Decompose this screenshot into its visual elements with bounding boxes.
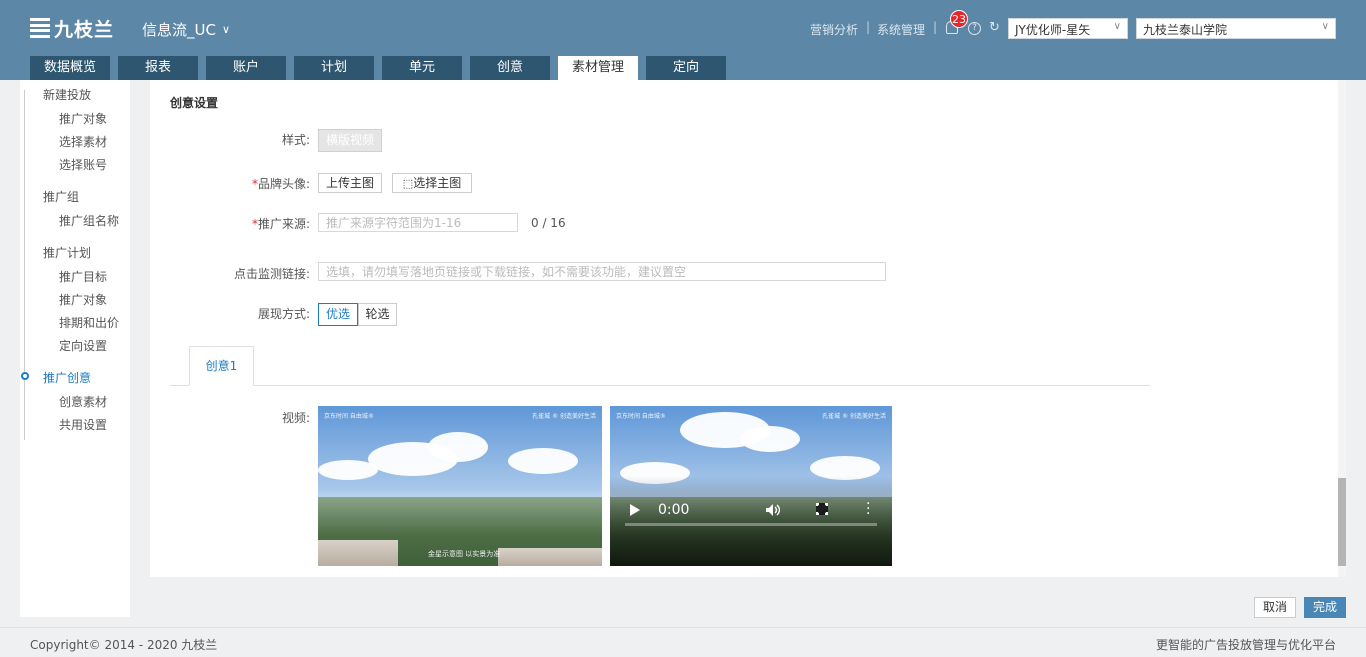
play-icon[interactable]: [630, 504, 640, 516]
chevron-down-icon: ∨: [1113, 21, 1121, 32]
sidebar-group-new-launch[interactable]: 新建投放: [43, 86, 91, 103]
select-image-icon: ⬚: [402, 177, 414, 190]
source-input[interactable]: 推广来源字符范围为1-16: [318, 213, 518, 232]
volume-icon[interactable]: [766, 504, 780, 516]
sidebar-item-shared-settings[interactable]: 共用设置: [59, 416, 107, 433]
tab-plans[interactable]: 计划: [294, 56, 374, 80]
account-select-value: 九枝兰泰山学院: [1143, 23, 1228, 37]
tab-targeting[interactable]: 定向: [646, 56, 726, 80]
upload-main-image-button[interactable]: 上传主图: [318, 173, 382, 193]
video-label: 视频:: [281, 411, 310, 425]
account-select[interactable]: 九枝兰泰山学院 ∨: [1136, 18, 1336, 39]
video-watermark-right: 孔雀城 ® 创造美好生活: [532, 413, 596, 420]
video-watermark-right: 孔雀城 ® 创造美好生活: [822, 413, 886, 420]
section-title: 创意设置: [170, 96, 219, 110]
sidebar: 新建投放 推广对象 选择素材 选择账号 推广组 推广组名称 推广计划 推广目标 …: [20, 80, 130, 617]
product-switcher[interactable]: 信息流_UC ∨: [142, 19, 230, 40]
main-scrollbar[interactable]: [1338, 80, 1346, 577]
chevron-down-icon: ∨: [221, 23, 231, 36]
chevron-down-icon: ∨: [1321, 21, 1329, 32]
refresh-icon[interactable]: ↻: [988, 21, 1001, 35]
logo-icon: [30, 18, 50, 38]
sidebar-item-schedule-bid[interactable]: 排期和出价: [59, 314, 119, 331]
video-thumbnail[interactable]: 京东时间 自由城® 孔雀城 ® 创造美好生活 金星示意图 以实景为准: [318, 406, 602, 566]
display-mode-label: 展现方式:: [257, 307, 310, 321]
video-time: 0:00: [658, 502, 690, 518]
sidebar-item-promotion-object[interactable]: 推广对象: [59, 110, 107, 127]
buildings: [498, 548, 602, 566]
tab-accounts[interactable]: 账户: [206, 56, 286, 80]
cloud: [318, 460, 378, 480]
video-watermark-left: 京东时间 自由城®: [324, 413, 374, 420]
product-name: 信息流_UC: [142, 21, 216, 39]
video-player[interactable]: 京东时间 自由城® 孔雀城 ® 创造美好生活 0:00 · · ·: [610, 406, 892, 566]
logo-text: 九枝兰: [54, 18, 115, 41]
creative-tabs-divider: [170, 385, 1150, 386]
style-label: 样式:: [281, 133, 310, 147]
sidebar-item-group-name[interactable]: 推广组名称: [59, 212, 119, 229]
help-icon[interactable]: ?: [968, 22, 981, 35]
more-options-icon[interactable]: · · ·: [866, 497, 870, 521]
brand-avatar-label-text: 品牌头像:: [257, 177, 310, 191]
tab-reports[interactable]: 报表: [118, 56, 198, 80]
sidebar-track: [24, 90, 25, 440]
display-mode-preferred[interactable]: 优选: [318, 303, 358, 326]
sidebar-item-targeting-settings[interactable]: 定向设置: [59, 337, 107, 354]
fullscreen-icon-cutout: [816, 506, 828, 512]
logo[interactable]: 九枝兰: [30, 15, 114, 41]
video-watermark-left: 京东时间 自由城®: [616, 413, 666, 420]
source-label: *推广来源:: [150, 215, 310, 232]
divider: |: [933, 20, 938, 34]
tab-overview[interactable]: 数据概览: [30, 56, 110, 80]
divider: |: [866, 20, 871, 34]
creative-settings-panel: 创意设置 样式: 横版视频 *品牌头像: 上传主图 ⬚选择主图 *推广来源: 推…: [150, 80, 1346, 577]
active-step-indicator-icon: [21, 372, 29, 380]
monitor-link-input[interactable]: 选填，请勿填写落地页链接或下载链接，如不需要该功能，建议置空: [318, 262, 886, 281]
choose-main-image-button[interactable]: ⬚选择主图: [392, 173, 472, 193]
cloud: [428, 432, 488, 462]
footer: Copyright© 2014 - 2020 九枝兰 更智能的广告投放管理与优化…: [0, 627, 1366, 657]
copyright: Copyright© 2014 - 2020 九枝兰: [30, 638, 218, 652]
notification-badge: 23: [950, 10, 968, 28]
display-mode-rotation[interactable]: 轮选: [358, 303, 397, 326]
cancel-button[interactable]: 取消: [1254, 597, 1296, 618]
optimizer-select[interactable]: JY优化师-星矢 ∨: [1008, 18, 1128, 39]
sidebar-group-promotion-creative[interactable]: 推广创意: [43, 369, 91, 386]
source-char-counter: 0 / 16: [531, 216, 566, 230]
choose-main-image-label: 选择主图: [413, 176, 462, 190]
video-controls: 0:00 · · ·: [610, 476, 892, 566]
video-caption: 金星示意图 以实景为准: [428, 550, 501, 558]
tab-creatives[interactable]: 创意: [470, 56, 550, 80]
sidebar-item-promotion-goal[interactable]: 推广目标: [59, 268, 107, 285]
tab-material-management[interactable]: 素材管理: [558, 56, 638, 80]
sidebar-group-promotion-group[interactable]: 推广组: [43, 188, 79, 205]
tab-units[interactable]: 单元: [382, 56, 462, 80]
slogan: 更智能的广告投放管理与优化平台: [1155, 638, 1336, 652]
video-progress-bar[interactable]: [625, 523, 877, 526]
sidebar-item-creative-material[interactable]: 创意素材: [59, 393, 107, 410]
sidebar-group-promotion-plan[interactable]: 推广计划: [43, 244, 91, 261]
optimizer-select-value: JY优化师-星矢: [1015, 23, 1091, 37]
monitor-link-label: 点击监测链接:: [233, 267, 310, 281]
system-management-link[interactable]: 系统管理: [877, 21, 925, 38]
brand-avatar-label: *品牌头像:: [150, 175, 310, 192]
buildings: [318, 540, 398, 566]
tab-creative-1[interactable]: 创意1: [189, 346, 254, 386]
sidebar-item-select-material[interactable]: 选择素材: [59, 133, 107, 150]
done-button[interactable]: 完成: [1304, 597, 1346, 618]
marketing-analysis-link[interactable]: 营销分析: [810, 21, 858, 38]
sidebar-item-select-account[interactable]: 选择账号: [59, 156, 107, 173]
source-label-text: 推广来源:: [257, 217, 310, 231]
top-header: 九枝兰 信息流_UC ∨ 营销分析 | 系统管理 | 23 ? ↻ JY优化师-…: [0, 0, 1366, 80]
cloud: [508, 448, 578, 474]
scrollbar-thumb[interactable]: [1338, 478, 1346, 566]
cloud: [740, 426, 800, 452]
sidebar-item-plan-object[interactable]: 推广对象: [59, 291, 107, 308]
style-value-button: 横版视频: [318, 129, 382, 152]
